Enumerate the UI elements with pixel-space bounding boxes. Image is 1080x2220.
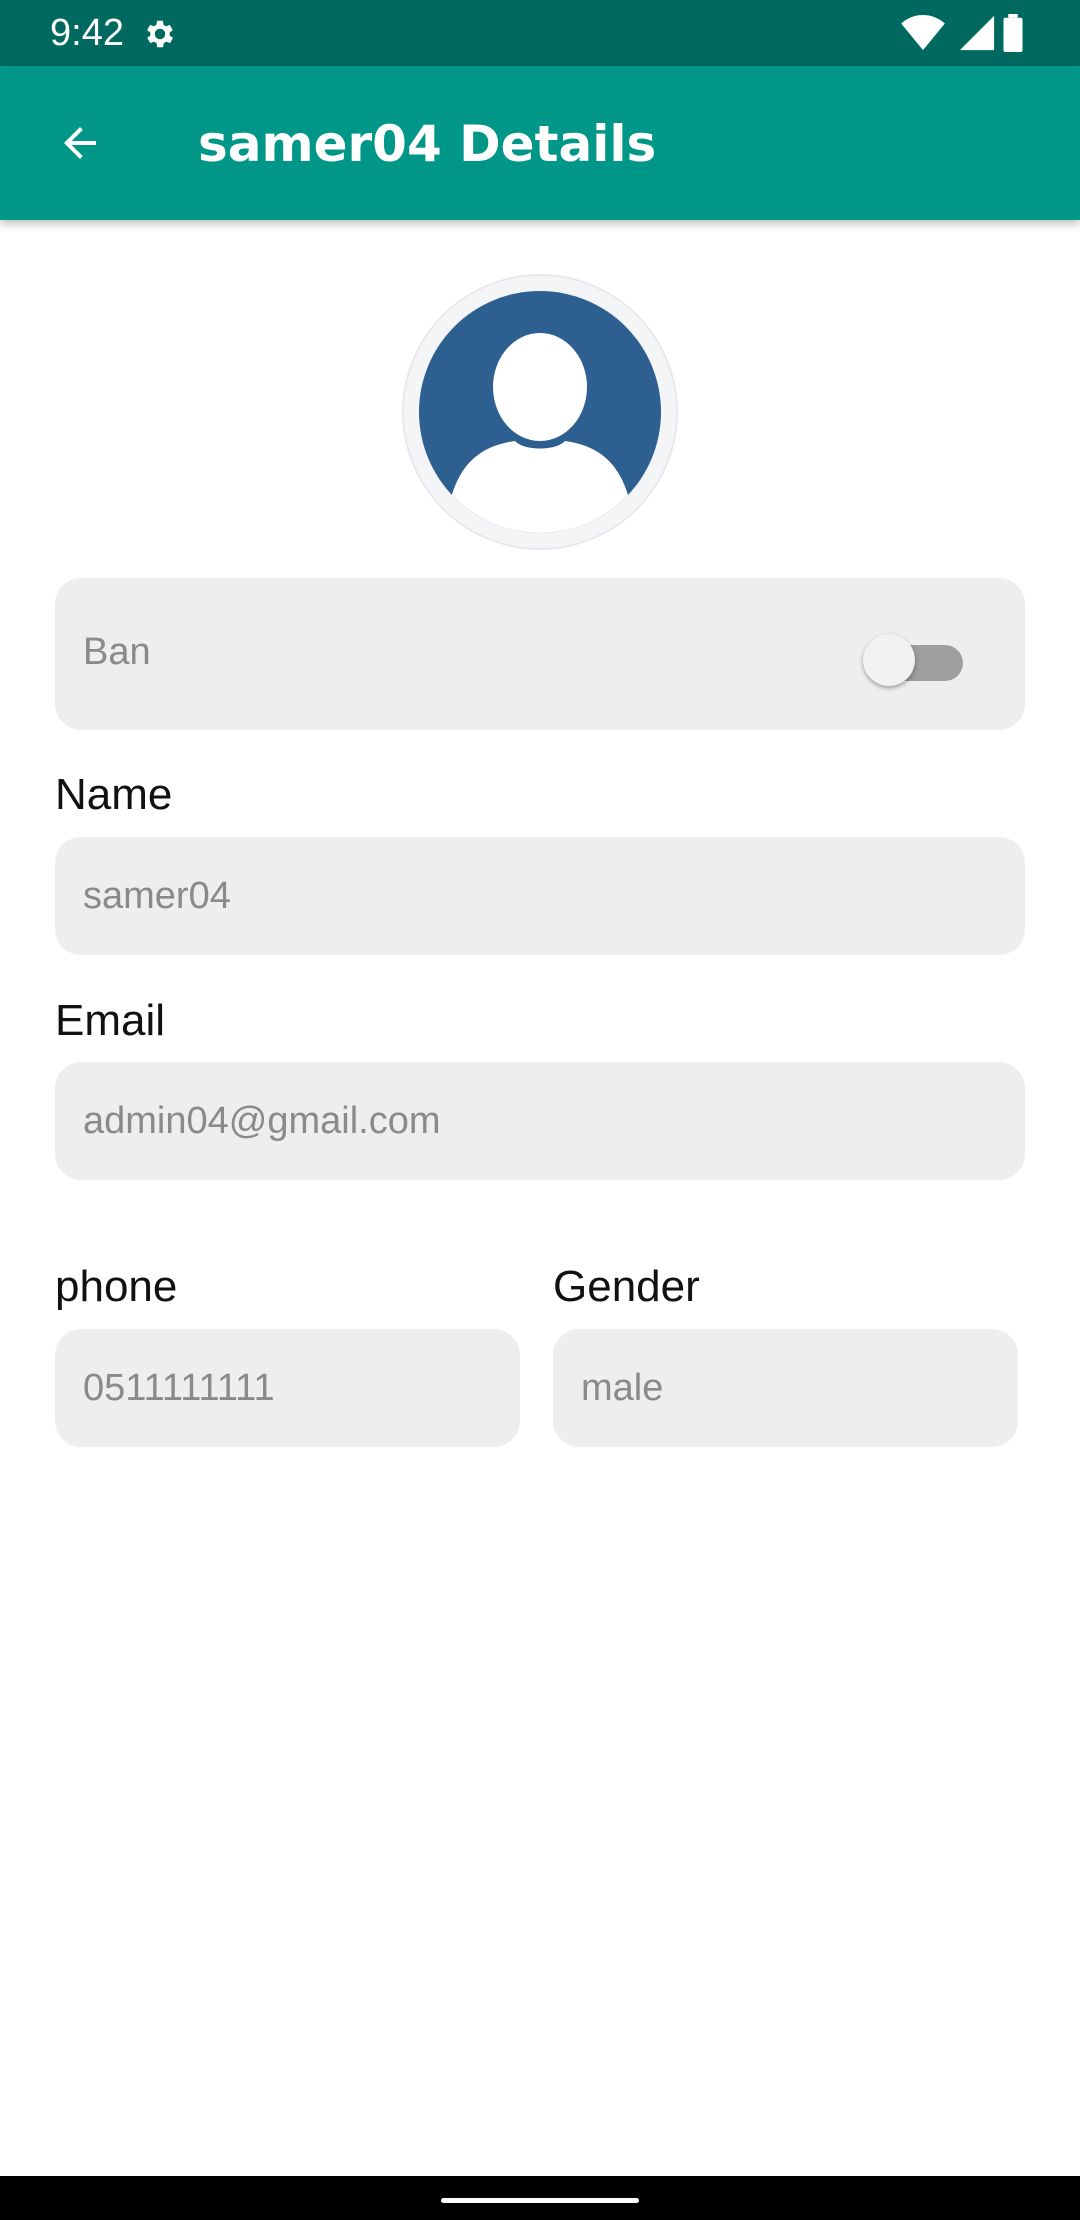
battery-icon [1003,14,1023,52]
name-field[interactable]: samer04 [55,837,1025,955]
status-icons [900,0,1080,66]
signal-icon [959,15,995,51]
page-title: samer04 Details [198,115,657,173]
email-label: Email [55,996,166,1045]
phone-label: phone [55,1262,178,1311]
arrow-back-icon [64,127,96,159]
wifi-icon [901,14,945,51]
phone-field[interactable]: 0511111111 [55,1329,520,1447]
navigation-bar [0,2176,1080,2220]
app-bar: samer04 Details [0,66,1080,220]
home-gesture-handle[interactable] [441,2198,639,2203]
person-avatar-icon [419,291,661,533]
ban-label: Ban [83,631,151,673]
ban-row: Ban [55,578,1025,730]
email-field[interactable]: admin04@gmail.com [55,1062,1025,1180]
back-button[interactable] [38,101,122,185]
name-label: Name [55,770,173,819]
status-time: 9:42 [50,12,124,54]
user-details-screen: 9:42 samer04 Details Ban Name samer04 Em… [0,0,1080,2220]
toggle-thumb [863,634,915,686]
gender-field[interactable]: male [553,1329,1018,1447]
avatar[interactable] [402,274,678,550]
gender-label: Gender [553,1262,700,1311]
status-bar: 9:42 [0,0,1080,66]
settings-icon [147,20,174,48]
ban-toggle[interactable] [863,630,973,686]
